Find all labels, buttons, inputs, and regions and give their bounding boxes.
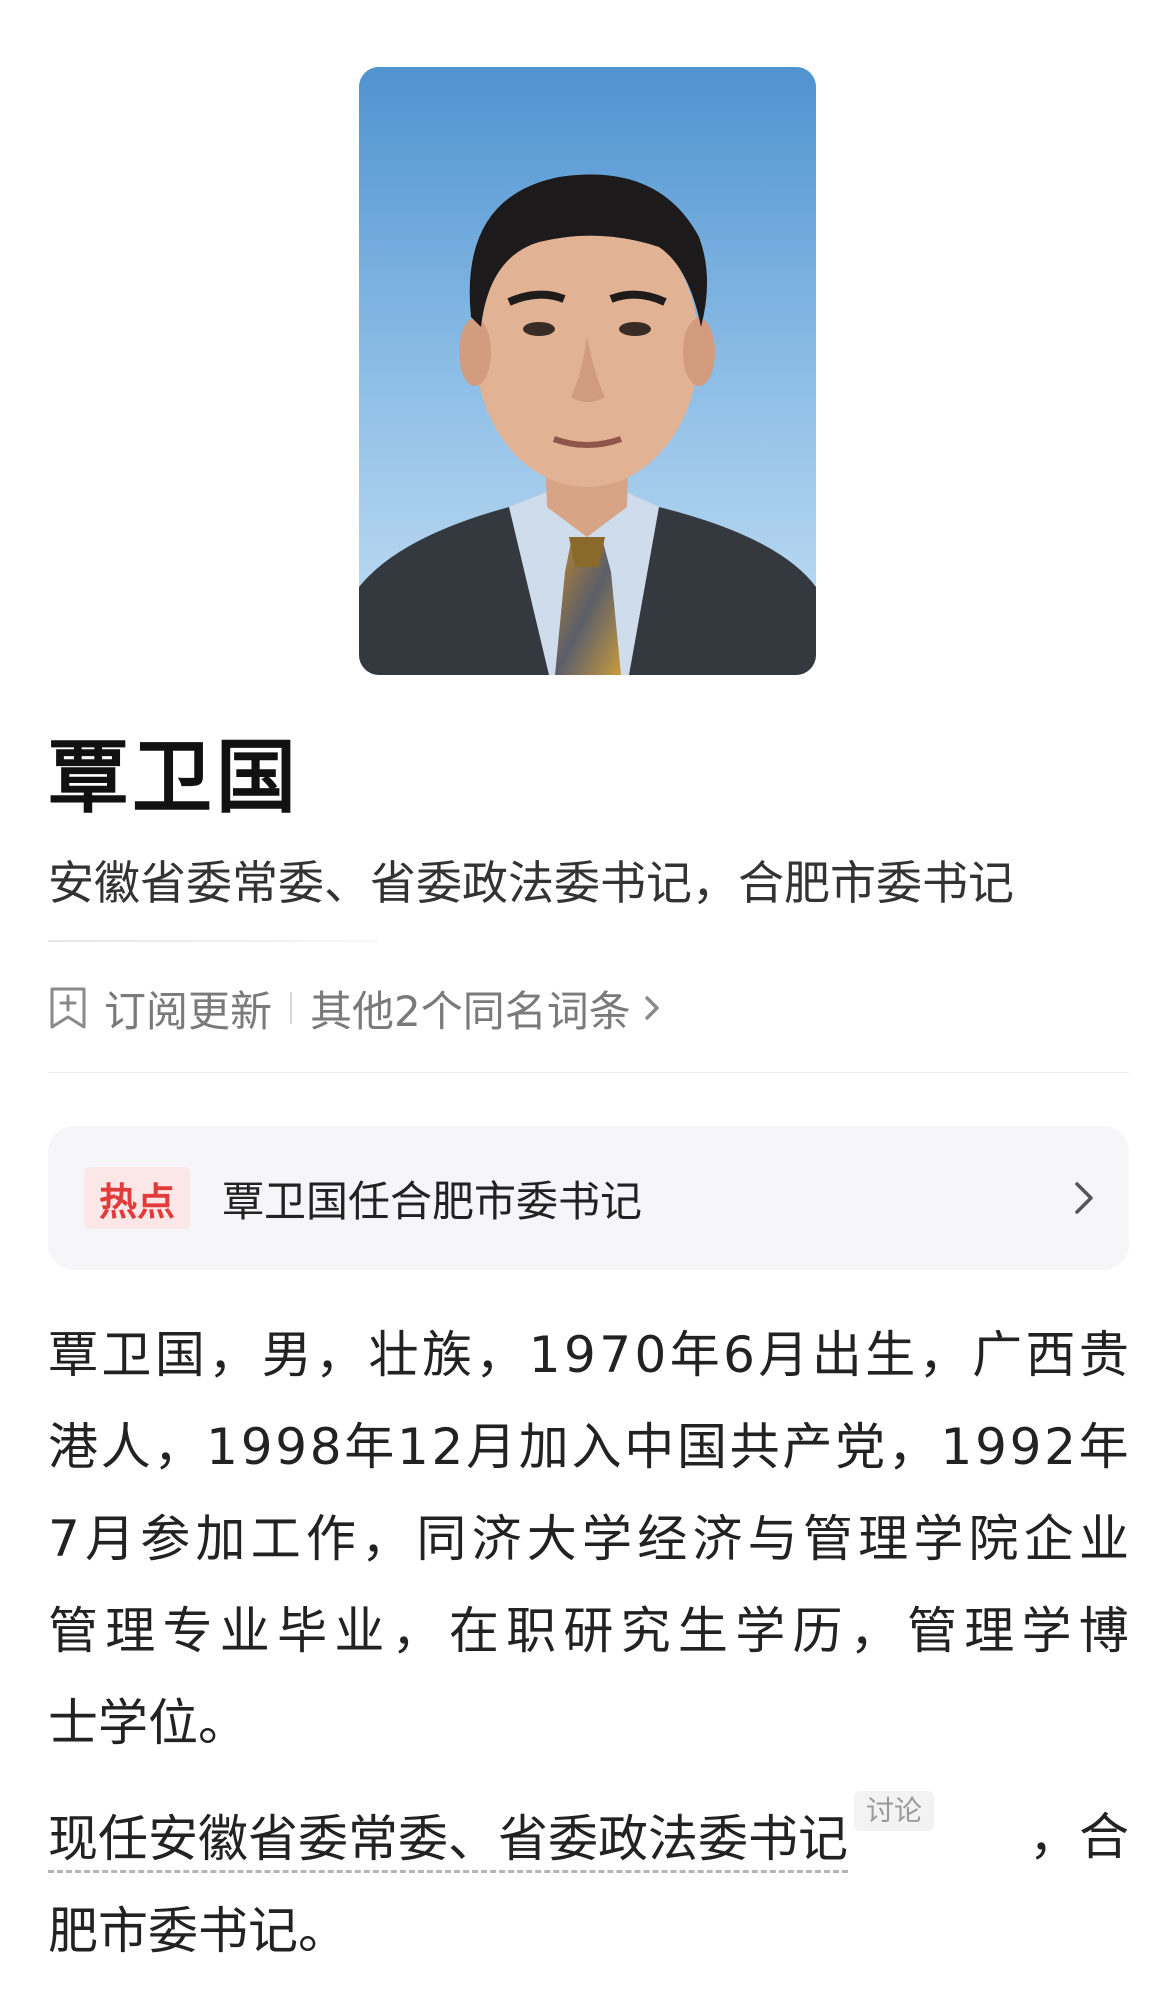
- current-line-left: 现任安徽省委常委、省委政法委书记 讨论: [48, 1791, 935, 1885]
- portrait-illustration: [359, 67, 816, 675]
- hot-news-title: 覃卫国任合肥市委书记: [222, 1176, 643, 1226]
- intro-line: 港人， 1 9 9 8 年 1 2 月加入中国共产党， 1 9 9 2 年: [48, 1418, 1129, 1476]
- person-subtitle: 安徽省委常委、省委政法委书记，合肥市委书记: [48, 856, 1014, 910]
- intro-line: 士学位。: [48, 1694, 248, 1752]
- current-position-paragraph: 现任安徽省委常委、省委政法委书记 讨论 ，合 肥市委书记。: [48, 1791, 1129, 1977]
- subscribe-label: 订阅更新: [104, 986, 273, 1036]
- subscribe-button[interactable]: 订阅更新: [48, 978, 272, 1039]
- current-line: 现任安徽省委常委、省委政法委书记 讨论 ，合: [48, 1791, 1129, 1885]
- page-title: 覃卫国: [48, 731, 300, 824]
- current-line: 肥市委书记。: [48, 1902, 348, 1960]
- same-name-entries-link[interactable]: 其他2个同名词条: [310, 978, 663, 1039]
- intro-line: 覃卫国，男，壮族， 1 9 7 0 年 6 月出生，广西贵: [48, 1326, 1129, 1384]
- same-name-label: 其他2个同名词条: [310, 986, 631, 1036]
- intro-paragraph: 覃卫国，男，壮族， 1 9 7 0 年 6 月出生，广西贵 港人， 1 9 9 8 年 1 2 月加入中国共产…: [48, 1309, 1129, 1769]
- intro-line: 7 月参加工作，同济大学经济与管理学院企业: [48, 1510, 1129, 1568]
- chevron-right-icon: [645, 996, 659, 1020]
- divider: [48, 940, 378, 942]
- divider: [48, 1072, 1129, 1073]
- current-line-tail: ，合: [1029, 1808, 1129, 1866]
- separator: [290, 992, 293, 1024]
- intro-line: 管理专业毕业，在职研究生学历，管理学博: [48, 1602, 1129, 1660]
- action-row: 订阅更新 其他2个同名词条: [48, 980, 663, 1036]
- chevron-right-icon: [1075, 1182, 1093, 1214]
- hot-badge: 热点: [84, 1167, 190, 1229]
- discuss-tag[interactable]: 讨论: [854, 1791, 935, 1831]
- subscribe-icon: [50, 987, 86, 1029]
- linked-term[interactable]: 现任安徽省委常委、省委政法委书记: [48, 1810, 848, 1873]
- hot-news-card[interactable]: 热点 覃卫国任合肥市委书记: [48, 1126, 1129, 1270]
- person-portrait[interactable]: [359, 67, 816, 675]
